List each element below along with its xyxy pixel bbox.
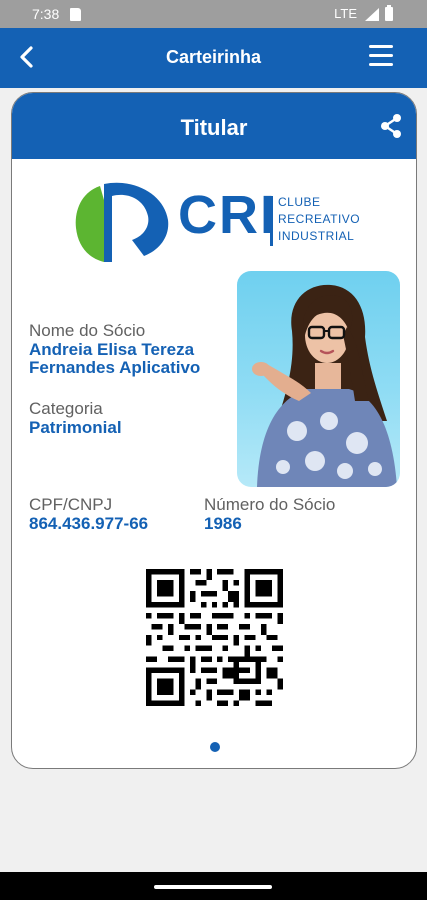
name-value-line-1: Andreia Elisa Tereza <box>29 340 195 359</box>
logo-acronym: CRI <box>178 185 277 245</box>
member-card: Titular CRI CLUBE RECREATIVO INDUSTRIAL … <box>11 92 417 769</box>
club-logo: CRI CLUBE RECREATIVO INDUSTRIAL <box>74 180 364 265</box>
hamburger-menu-icon[interactable] <box>369 45 393 67</box>
system-nav-bar <box>0 872 427 900</box>
page-title: Carteirinha <box>165 47 262 67</box>
member-number-label: Número do Sócio <box>204 495 336 514</box>
qr-code <box>146 569 283 706</box>
signal-icon <box>365 8 379 21</box>
battery-icon <box>385 5 393 21</box>
logo-mark-icon <box>75 182 169 262</box>
member-photo <box>237 271 400 487</box>
sd-card-icon <box>70 8 81 21</box>
name-label: Nome do Sócio <box>29 321 146 340</box>
card-title: Titular <box>180 115 248 140</box>
home-gesture-handle[interactable] <box>154 885 272 889</box>
category-value: Patrimonial <box>29 418 122 437</box>
status-bar: 7:38 LTE <box>0 0 427 28</box>
logo-line-3: INDUSTRIAL <box>278 229 355 243</box>
network-type: LTE <box>334 6 357 21</box>
status-time: 7:38 <box>32 6 60 22</box>
share-icon[interactable] <box>378 113 404 139</box>
member-number-value: 1986 <box>204 514 242 533</box>
logo-line-1: CLUBE <box>278 195 321 209</box>
category-label: Categoria <box>29 399 103 418</box>
card-header: Titular <box>12 93 416 159</box>
logo-divider <box>270 196 273 246</box>
cpf-value: 864.436.977-66 <box>29 514 149 533</box>
cpf-label: CPF/CNPJ <box>29 495 113 514</box>
name-value-line-2: Fernandes Aplicativo <box>29 358 201 377</box>
logo-line-2: RECREATIVO <box>278 212 361 226</box>
page-indicator-dot[interactable] <box>210 742 220 752</box>
app-bar: Carteirinha <box>0 28 427 88</box>
